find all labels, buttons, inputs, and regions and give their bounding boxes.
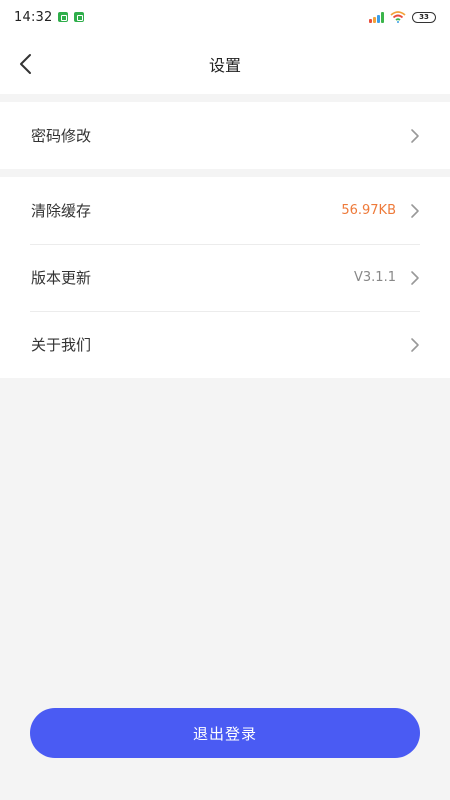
- cache-size-value: 56.97KB: [341, 203, 396, 218]
- battery-indicator: 33: [412, 11, 436, 23]
- chevron-right-icon: [411, 337, 419, 352]
- chevron-right-icon: [411, 128, 419, 143]
- version-value: V3.1.1: [354, 270, 396, 285]
- status-bar: 14:32 33: [0, 0, 450, 34]
- app-notification-icon: [74, 12, 85, 22]
- page-title: 设置: [208, 56, 241, 75]
- chevron-right-icon: [411, 270, 419, 285]
- row-label: 密码修改: [31, 127, 92, 145]
- cellular-signal-icon: [369, 11, 384, 23]
- logout-button[interactable]: 退出登录: [30, 708, 420, 758]
- settings-group-account: 密码修改: [0, 102, 450, 169]
- navbar: 设置: [0, 34, 450, 94]
- status-time: 14:32: [14, 9, 53, 25]
- row-label: 版本更新: [31, 269, 92, 287]
- row-label: 清除缓存: [31, 202, 92, 220]
- settings-group-app: 清除缓存 56.97KB 版本更新 V3.1.1 关于我们: [0, 177, 450, 378]
- app-notification-icon: [58, 12, 69, 22]
- settings-screen: 14:32 33 设置 密码修改 清除缓存 56.97KB 版本更新 V3.1.…: [0, 0, 450, 800]
- version-update-row[interactable]: 版本更新 V3.1.1: [0, 244, 450, 311]
- chevron-left-icon: [20, 54, 31, 74]
- wifi-icon: [390, 11, 406, 23]
- chevron-right-icon: [411, 203, 419, 218]
- status-indicators: 33: [369, 11, 436, 23]
- about-us-row[interactable]: 关于我们: [0, 311, 450, 378]
- back-button[interactable]: [10, 46, 40, 82]
- password-change-row[interactable]: 密码修改: [0, 102, 450, 169]
- row-label: 关于我们: [31, 336, 92, 354]
- clear-cache-row[interactable]: 清除缓存 56.97KB: [0, 177, 450, 244]
